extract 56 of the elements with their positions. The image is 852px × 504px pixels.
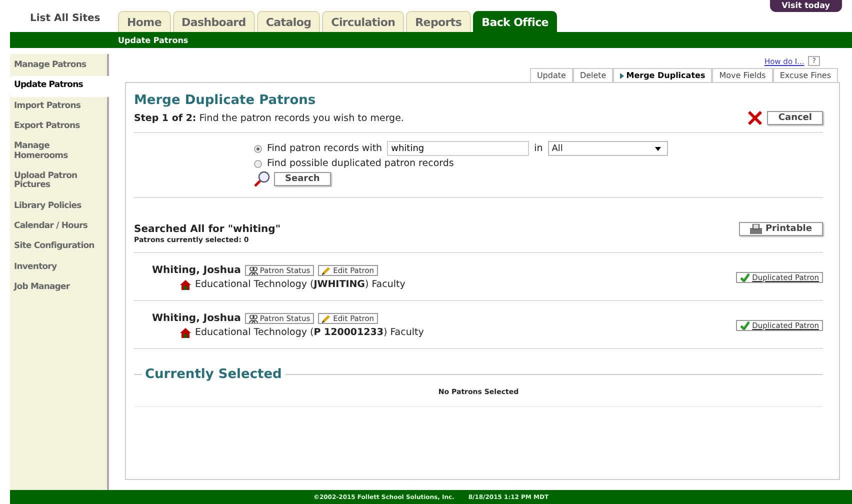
- step-text: Step 1 of 2: Find the patron records you wish to merge.: [134, 112, 404, 124]
- house-icon: [180, 328, 191, 338]
- sidebar-item[interactable]: Calendar / Hours: [10, 217, 107, 238]
- nav-tab[interactable]: Circulation: [322, 11, 404, 32]
- sidebar-item[interactable]: Site Configuration: [10, 237, 107, 258]
- sidebar-item[interactable]: Upload Patron Pictures: [10, 167, 107, 197]
- visit-button[interactable]: Visit today: [770, 0, 842, 12]
- pointer-icon: [620, 72, 624, 78]
- sub-tab[interactable]: Excuse Fines: [772, 68, 838, 82]
- sidebar-item[interactable]: Library Policies: [10, 196, 107, 218]
- sidebar-item[interactable]: Export Patrons: [10, 117, 107, 138]
- printer-icon: [750, 224, 762, 234]
- house-icon: [180, 280, 191, 290]
- list-all-sites-link[interactable]: List All Sites: [30, 12, 118, 24]
- radio-button[interactable]: [254, 144, 262, 152]
- option-label: Find possible duplicated patron records: [267, 158, 454, 169]
- patron-name: Whiting, Joshua: [152, 265, 241, 276]
- pencil-icon: [322, 266, 332, 275]
- patron-detail: Educational Technology (P 120001233) Faculty: [195, 327, 424, 338]
- people-icon: [248, 266, 258, 274]
- printable-button[interactable]: Printable: [739, 222, 823, 236]
- sub-tab[interactable]: Merge Duplicates: [613, 68, 712, 82]
- patron-name: Whiting, Joshua: [152, 313, 241, 324]
- caret-icon: [654, 146, 661, 150]
- section-title: Currently Selected: [145, 367, 282, 382]
- sub-tab[interactable]: Move Fields: [712, 68, 773, 82]
- nav-tab[interactable]: Home: [118, 11, 170, 32]
- cancel-button[interactable]: Cancel: [767, 111, 823, 125]
- nav-tab[interactable]: Reports: [406, 11, 471, 32]
- page-title: Merge Duplicate Patrons: [134, 93, 317, 108]
- sidebar-item[interactable]: Manage Patrons: [10, 56, 107, 76]
- sub-tab[interactable]: Delete: [572, 68, 614, 82]
- option-label: Find patron records with: [267, 143, 382, 154]
- sidebar-item[interactable]: Job Manager: [10, 278, 107, 298]
- sub-tab[interactable]: Update: [530, 68, 573, 82]
- pencil-icon: [322, 314, 332, 323]
- sidebar-item[interactable]: Update Patrons: [10, 76, 109, 97]
- sidebar-item[interactable]: Import Patrons: [10, 96, 107, 118]
- page-subtitle: Update Patrons: [118, 36, 188, 44]
- results-heading: Searched All for "whiting": [134, 224, 281, 234]
- nav-tab[interactable]: Back Office: [472, 11, 558, 32]
- search-icon: [254, 171, 270, 187]
- nav-tab[interactable]: Catalog: [256, 11, 320, 32]
- people-icon: [248, 314, 258, 322]
- close-icon: [747, 110, 764, 126]
- check-icon: [740, 273, 750, 282]
- radio-button[interactable]: [254, 160, 262, 168]
- nav-tab[interactable]: Dashboard: [172, 11, 255, 32]
- search-field[interactable]: whiting: [387, 141, 530, 156]
- patron-detail: Educational Technology (JWHITING) Faculty: [195, 279, 406, 290]
- search-button[interactable]: Search: [274, 172, 331, 186]
- check-icon: [740, 321, 750, 330]
- sidebar-item[interactable]: Manage Homerooms: [10, 137, 107, 168]
- scope-dropdown[interactable]: All: [548, 141, 668, 156]
- in-label: in: [534, 143, 543, 154]
- sidebar-item[interactable]: Inventory: [10, 258, 107, 278]
